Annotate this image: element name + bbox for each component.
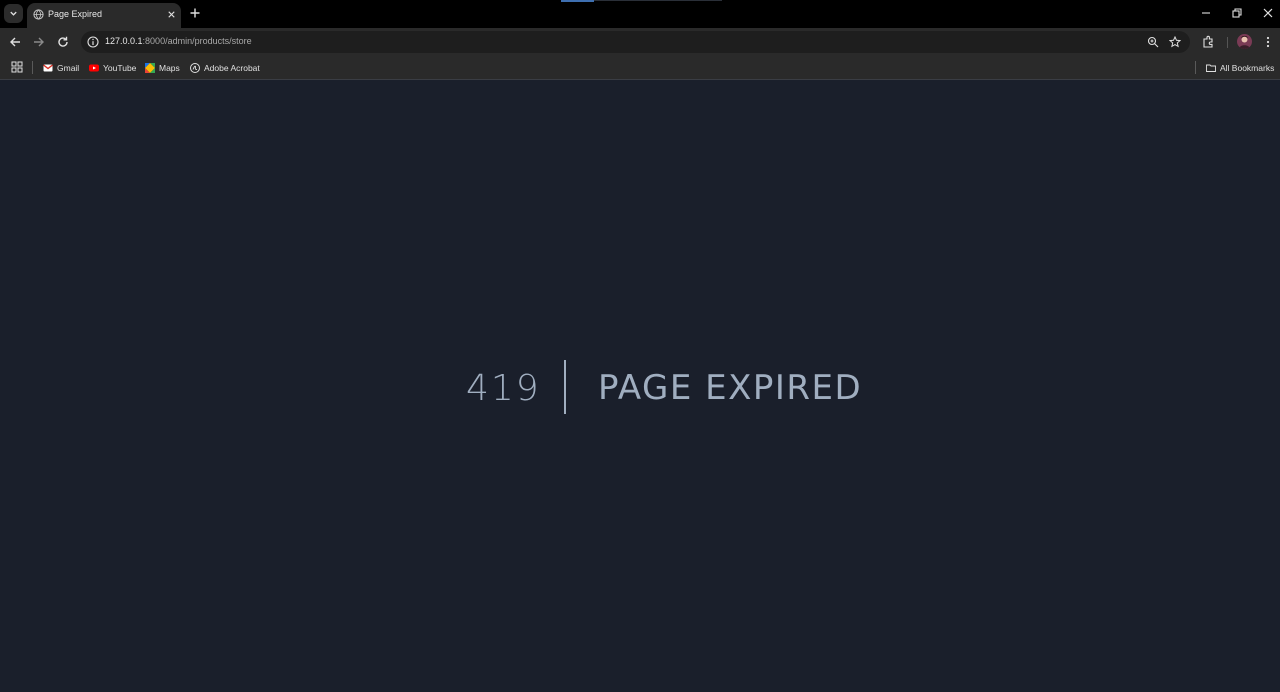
- tab-strip: Page Expired: [0, 0, 1280, 28]
- close-window-icon[interactable]: [1261, 6, 1275, 20]
- bookmark-youtube[interactable]: YouTube: [89, 60, 136, 75]
- minimize-icon[interactable]: [1199, 6, 1213, 20]
- page-content: 419 PAGE EXPIRED: [0, 81, 1280, 692]
- error-divider: [564, 360, 566, 414]
- tab-active[interactable]: Page Expired: [27, 3, 181, 28]
- apps-grid-icon[interactable]: [11, 61, 23, 73]
- chevron-down-icon: [10, 11, 17, 16]
- address-bar[interactable]: 127.0.0.1:8000/admin/products/store: [81, 31, 1190, 53]
- tab-title: Page Expired: [48, 9, 103, 19]
- bookmarks-bar: Gmail YouTube Maps Adobe Acrobat All Boo…: [0, 56, 1280, 80]
- back-arrow-icon[interactable]: [8, 35, 22, 49]
- forward-arrow-icon[interactable]: [32, 35, 46, 49]
- toolbar-divider: [1227, 37, 1228, 48]
- tab-search-button[interactable]: [4, 4, 23, 23]
- error-message: PAGE EXPIRED: [598, 368, 863, 408]
- restore-icon[interactable]: [1230, 6, 1244, 20]
- url-path: :8000/admin/products/store: [142, 36, 252, 46]
- site-info-icon[interactable]: [87, 36, 99, 48]
- bookmark-label: Maps: [159, 62, 180, 73]
- youtube-icon: [89, 64, 99, 71]
- avatar[interactable]: [1237, 34, 1252, 49]
- window-accent: [561, 0, 594, 2]
- globe-icon: [33, 9, 44, 20]
- bookmark-label: YouTube: [103, 62, 137, 73]
- maps-icon: [145, 62, 155, 73]
- url-host: 127.0.0.1: [105, 36, 143, 46]
- url-text[interactable]: 127.0.0.1:8000/admin/products/store: [105, 36, 252, 46]
- bookmark-adobe-acrobat[interactable]: Adobe Acrobat: [190, 60, 260, 75]
- bookmark-star-icon[interactable]: [1169, 36, 1181, 48]
- menu-dots-icon[interactable]: [1261, 35, 1275, 49]
- acrobat-icon: [190, 62, 200, 73]
- bookmark-maps[interactable]: Maps: [145, 60, 180, 75]
- bookmarks-divider-right: [1195, 61, 1196, 74]
- zoom-icon[interactable]: [1147, 36, 1159, 48]
- window-accent-strip: [594, 0, 722, 1]
- error-code: 419: [466, 368, 541, 409]
- bookmarks-divider: [32, 61, 33, 74]
- reload-icon[interactable]: [56, 35, 70, 49]
- new-tab-icon[interactable]: [189, 7, 201, 19]
- bookmark-label: Gmail: [57, 62, 80, 73]
- close-icon[interactable]: [166, 9, 177, 20]
- bookmark-gmail[interactable]: Gmail: [43, 60, 79, 75]
- browser-toolbar: 127.0.0.1:8000/admin/products/store: [0, 28, 1280, 56]
- folder-icon: [1206, 64, 1216, 72]
- all-bookmarks-label: All Bookmarks: [1220, 62, 1275, 73]
- gmail-icon: [43, 63, 53, 71]
- extensions-icon[interactable]: [1201, 35, 1215, 49]
- all-bookmarks-button[interactable]: All Bookmarks: [1206, 60, 1274, 75]
- profile-icon: [1239, 35, 1250, 49]
- bookmark-label: Adobe Acrobat: [204, 62, 260, 73]
